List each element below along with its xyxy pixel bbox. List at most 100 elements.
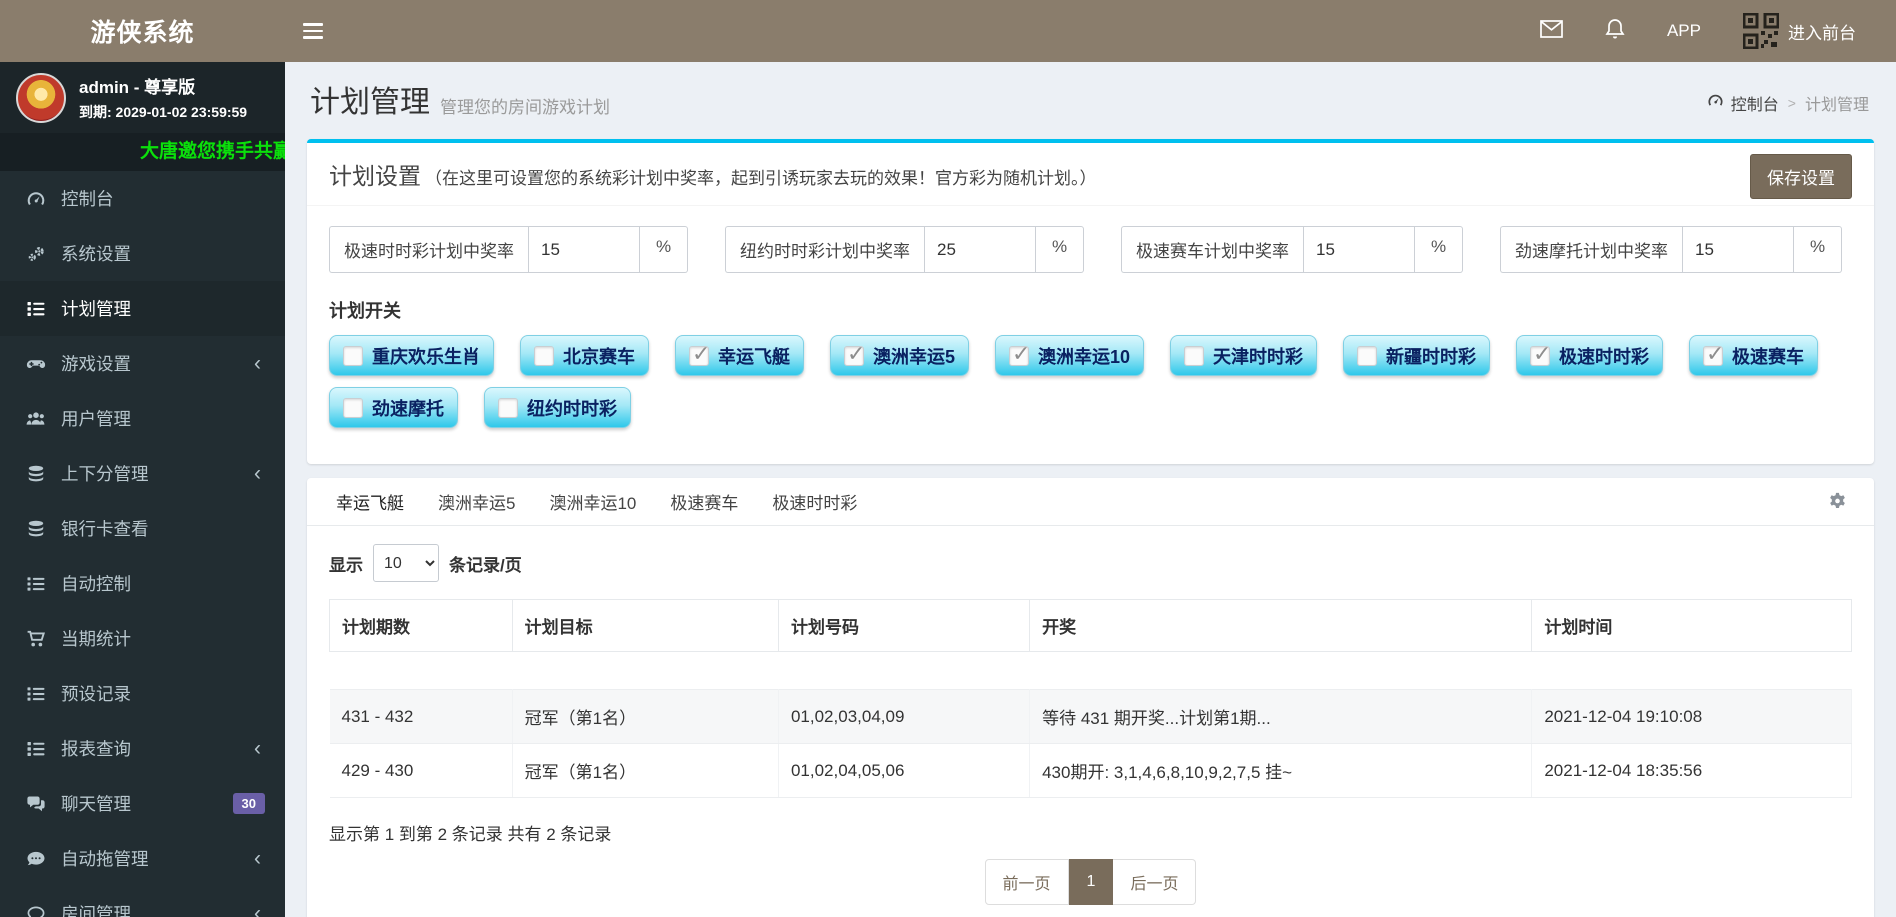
plan-switch-澳洲幸运10[interactable]: ✓ 澳洲幸运10	[995, 335, 1145, 376]
unchecked-checkbox-icon	[498, 397, 518, 418]
tab-极速时时彩[interactable]: 极速时时彩	[755, 476, 874, 527]
sidebar-item-游戏设置[interactable]: 游戏设置 ‹	[0, 336, 285, 391]
tab-极速赛车[interactable]: 极速赛车	[653, 476, 755, 527]
table-cell: 431 - 432	[329, 689, 513, 744]
app-link[interactable]: APP	[1653, 11, 1715, 51]
sidebar-item-label: 计划管理	[61, 299, 131, 319]
sidebar-item-上下分管理[interactable]: 上下分管理 ‹	[0, 446, 285, 501]
chevron-left-icon: ‹	[254, 352, 261, 375]
unchecked-checkbox-icon	[534, 345, 554, 366]
dashboard-icon	[1707, 92, 1724, 114]
page-size-select[interactable]: 10	[373, 544, 439, 582]
table-settings-gear-icon[interactable]	[1827, 491, 1848, 512]
plan-switch-纽约时时彩[interactable]: 纽约时时彩	[484, 387, 631, 428]
sidebar-item-自动控制[interactable]: 自动控制	[0, 556, 285, 611]
table-cell: 430期开: 3,1,4,6,8,10,9,2,7,5 挂~	[1029, 743, 1533, 798]
percent-addon: %	[1794, 226, 1842, 273]
breadcrumb-separator: >	[1787, 95, 1796, 111]
plan-records-table: 计划期数 计划目标 计划号码 开奖 计划时间 431 - 432 冠军（第1名） 01,02…	[329, 599, 1852, 798]
sidebar: admin - 尊享版 到期: 2029-01-02 23:59:59 大唐邀您…	[0, 62, 285, 917]
win-rate-label: 极速赛车计划中奖率	[1121, 226, 1303, 273]
win-rate-input[interactable]	[1682, 226, 1794, 273]
table-row: 429 - 430 冠军（第1名） 01,02,04,05,06 430期开: 3,1…	[329, 743, 1852, 798]
sidebar-item-label: 房间管理	[61, 904, 131, 917]
breadcrumb-current: 计划管理	[1804, 97, 1869, 114]
front-site-link[interactable]: 进入前台	[1729, 3, 1870, 59]
win-rate-input[interactable]	[1303, 226, 1415, 273]
plan-switch-title: 计划开关	[329, 301, 401, 321]
plan-switch-label: 极速赛车	[1732, 346, 1805, 367]
sidebar-item-预设记录[interactable]: 预设记录	[0, 666, 285, 721]
prev-page-button[interactable]: 前一页	[984, 859, 1069, 905]
page-size-control: 显示 10 条记录/页	[329, 544, 1852, 582]
column-header-计划期数: 计划期数	[329, 599, 513, 652]
sidebar-item-银行卡查看[interactable]: 银行卡查看	[0, 501, 285, 556]
sidebar-item-系统设置[interactable]: 系统设置	[0, 226, 285, 281]
tab-幸运飞艇[interactable]: 幸运飞艇	[319, 476, 421, 527]
bell-icon	[1605, 18, 1625, 45]
checked-checkbox-icon: ✓	[1009, 341, 1030, 366]
plan-switch-极速赛车[interactable]: ✓ 极速赛车	[1689, 335, 1819, 376]
plan-table-body: 显示 10 条记录/页 计划期数 计划目标 计划号码 开奖 计划时间 431 - 432…	[307, 526, 1874, 917]
sidebar-item-房间管理[interactable]: 房间管理 ‹	[0, 886, 285, 917]
sidebar-item-聊天管理[interactable]: 聊天管理 30	[0, 776, 285, 831]
column-header-计划号码: 计划号码	[778, 599, 1031, 652]
win-rate-input[interactable]	[528, 226, 640, 273]
envelope-icon	[1540, 19, 1563, 43]
checked-checkbox-icon: ✓	[689, 341, 710, 366]
plan-switch-label: 澳洲幸运10	[1038, 346, 1131, 367]
win-rate-input[interactable]	[924, 226, 1036, 273]
plan-settings-title: 计划设置	[329, 163, 421, 189]
sidebar-menu: 控制台 系统设置 计划管理 游戏设置 ‹ 用户管理 上下分管理 ‹ 银行卡查看 自动控制 当期统计预…	[0, 171, 285, 917]
sidebar-item-label: 自动控制	[61, 574, 131, 594]
tab-澳洲幸运5[interactable]: 澳洲幸运5	[421, 476, 532, 527]
tab-澳洲幸运10[interactable]: 澳洲幸运10	[532, 476, 653, 527]
breadcrumb: 控制台 > 计划管理	[1707, 91, 1869, 121]
percent-addon: %	[1415, 226, 1463, 273]
sidebar-item-label: 聊天管理	[61, 794, 131, 814]
sidebar-item-当期统计[interactable]: 当期统计	[0, 611, 285, 666]
next-page-button[interactable]: 后一页	[1113, 859, 1197, 905]
plan-switch-重庆欢乐生肖[interactable]: 重庆欢乐生肖	[329, 335, 494, 376]
plan-switch-极速时时彩[interactable]: ✓ 极速时时彩	[1516, 335, 1664, 376]
plan-switch-label: 澳洲幸运5	[873, 346, 956, 367]
sidebar-item-控制台[interactable]: 控制台	[0, 171, 285, 226]
gauge-icon	[24, 189, 48, 209]
sidebar-item-自动拖管理[interactable]: 自动拖管理 ‹	[0, 831, 285, 886]
unchecked-checkbox-icon	[343, 397, 363, 418]
win-rate-group-3: 劲速摩托计划中奖率%	[1500, 226, 1842, 273]
cart-icon	[24, 629, 48, 649]
plan-switch-天津时时彩[interactable]: 天津时时彩	[1170, 335, 1318, 376]
gamepad-icon	[24, 354, 48, 374]
sidebar-item-报表查询[interactable]: 报表查询 ‹	[0, 721, 285, 776]
sidebar-item-label: 控制台	[61, 189, 114, 209]
comment-dots-icon	[24, 849, 48, 869]
column-header-计划目标: 计划目标	[512, 599, 779, 652]
sidebar-item-用户管理[interactable]: 用户管理	[0, 391, 285, 446]
sidebar-item-计划管理[interactable]: 计划管理	[0, 281, 285, 336]
plan-switch-新疆时时彩[interactable]: 新疆时时彩	[1343, 335, 1491, 376]
avatar	[16, 72, 66, 123]
win-rate-label: 纽约时时彩计划中奖率	[725, 226, 924, 273]
sidebar-toggle-button[interactable]	[285, 0, 341, 62]
column-header-计划时间: 计划时间	[1531, 599, 1852, 652]
breadcrumb-home-link[interactable]: 控制台	[1707, 91, 1779, 115]
plan-settings-body: 极速时时彩计划中奖率%纽约时时彩计划中奖率%极速赛车计划中奖率%劲速摩托计划中奖…	[307, 206, 1874, 464]
plan-switch-label: 极速时时彩	[1559, 346, 1650, 367]
qr-code-icon	[1743, 13, 1779, 49]
table-cell: 2021-12-04 19:10:08	[1531, 689, 1852, 744]
save-settings-button[interactable]: 保存设置	[1750, 154, 1852, 199]
sidebar-item-label: 上下分管理	[61, 464, 149, 484]
win-rate-label: 劲速摩托计划中奖率	[1500, 226, 1682, 273]
chevron-left-icon: ‹	[254, 847, 261, 870]
plan-switch-澳洲幸运5[interactable]: ✓ 澳洲幸运5	[830, 335, 970, 376]
comment-icon	[24, 904, 48, 917]
plan-switch-劲速摩托[interactable]: 劲速摩托	[329, 387, 458, 428]
plan-switch-北京赛车[interactable]: 北京赛车	[520, 335, 649, 376]
current-page-button[interactable]: 1	[1068, 859, 1114, 905]
app-logo[interactable]: 游侠系统	[0, 0, 285, 62]
notifications-button[interactable]	[1591, 8, 1639, 55]
messages-button[interactable]	[1526, 10, 1577, 53]
users-icon	[24, 409, 48, 429]
plan-switch-幸运飞艇[interactable]: ✓ 幸运飞艇	[675, 335, 804, 376]
